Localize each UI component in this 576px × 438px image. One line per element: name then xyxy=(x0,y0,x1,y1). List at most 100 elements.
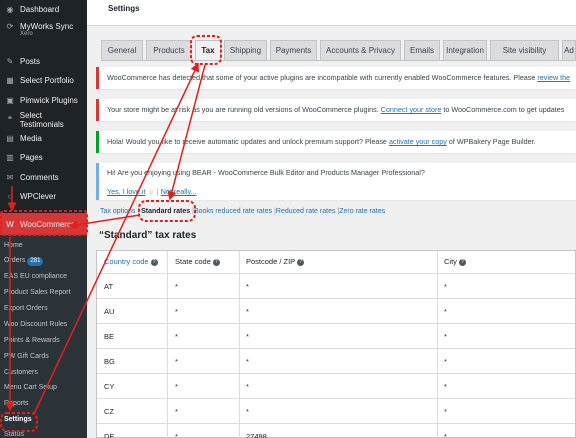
table-cell[interactable]: * xyxy=(444,432,447,438)
yes-love-link[interactable]: Yes, I love it xyxy=(107,187,146,196)
table-cell[interactable]: * xyxy=(444,307,447,316)
submenu-item-woo-discount-rules[interactable]: Woo Discount Rules xyxy=(4,318,67,332)
submenu-item-export-orders[interactable]: Export Orders xyxy=(4,302,48,316)
review-link[interactable]: review the xyxy=(537,73,570,82)
table-cell[interactable]: BG xyxy=(104,357,115,366)
submenu-item-customers[interactable]: Customers xyxy=(4,366,38,380)
help-icon[interactable]: ? xyxy=(297,258,305,266)
sidebar-item-wpclever[interactable]: ○ WPClever xyxy=(0,187,87,206)
admin-sidebar: ◉ Dashboard ⟳ MyWorks Sync Xero ✎ Posts ▦ Select… xyxy=(0,0,87,438)
table-cell[interactable]: * xyxy=(444,407,447,416)
subnav-books-reduced-rate-rates[interactable]: Books reduced rate rates xyxy=(194,208,272,215)
table-cell[interactable]: * xyxy=(246,357,249,366)
table-cell[interactable]: BE xyxy=(104,332,114,341)
table-row[interactable]: AT * * * xyxy=(97,273,575,298)
tab-divider xyxy=(101,60,576,61)
table-cell[interactable]: * xyxy=(175,357,178,366)
sidebar-item-select-portfolio[interactable]: ▦ Select Portfolio xyxy=(0,71,87,90)
tax-rates-table: Country code? State code? Postcode / ZIP… xyxy=(96,250,576,438)
table-cell[interactable]: CY xyxy=(104,382,114,391)
tax-subnav: Tax options | Standard rates |Books redu… xyxy=(100,208,385,215)
tab-shipping[interactable]: Shipping xyxy=(224,40,267,60)
table-cell[interactable]: * xyxy=(175,282,178,291)
tab-emails[interactable]: Emails xyxy=(404,40,440,60)
notice-text: Hi! Are you enjoying using BEAR - WooCom… xyxy=(107,168,425,177)
table-cell[interactable]: AU xyxy=(104,307,114,316)
table-row[interactable]: DE * 27498 * xyxy=(97,423,575,438)
not-really-link[interactable]: Not really... xyxy=(161,187,197,196)
submenu-item-product-sales-report[interactable]: Product Sales Report xyxy=(4,286,71,300)
sidebar-item-pimwick-plugins[interactable]: ▣ Pimwick Plugins xyxy=(0,91,87,110)
subnav-reduced-rate-rates[interactable]: Reduced rate rates xyxy=(276,208,336,215)
table-row[interactable]: CZ * * * xyxy=(97,398,575,423)
sidebar-item-myworks-sync[interactable]: ⟳ MyWorks Sync Xero xyxy=(0,19,87,49)
subnav-tax-options[interactable]: Tax options xyxy=(100,208,135,215)
submenu-item-orders[interactable]: Orders 281 xyxy=(4,254,44,268)
table-cell[interactable]: * xyxy=(246,382,249,391)
sidebar-item-comments[interactable]: ✉ Comments xyxy=(0,168,87,187)
tab-tax[interactable]: Tax xyxy=(195,40,221,60)
col-city: City? xyxy=(444,251,466,273)
sidebar-item-posts[interactable]: ✎ Posts xyxy=(0,52,87,71)
tab-general[interactable]: General xyxy=(101,40,143,60)
table-cell[interactable]: * xyxy=(444,357,447,366)
table-cell[interactable]: * xyxy=(175,307,178,316)
sidebar-item-woocommerce[interactable]: W WooCommerce xyxy=(0,213,87,235)
sidebar-item-dashboard[interactable]: ◉ Dashboard xyxy=(0,0,87,19)
table-cell[interactable]: * xyxy=(175,432,178,438)
table-cell[interactable]: AT xyxy=(104,282,113,291)
table-row[interactable]: CY * * * xyxy=(97,373,575,398)
help-icon[interactable]: ? xyxy=(212,258,220,266)
submenu-item-home[interactable]: Home xyxy=(4,239,23,253)
sidebar-item-pages[interactable]: ▥ Pages xyxy=(0,148,87,167)
submenu-item-points-rewards[interactable]: Points & Rewards xyxy=(4,334,60,348)
table-cell[interactable]: * xyxy=(444,332,447,341)
submenu-item-menu-cart-setup[interactable]: Menu Cart Setup xyxy=(4,381,57,395)
table-cell[interactable]: * xyxy=(246,407,249,416)
submenu-item-settings[interactable]: Settings xyxy=(4,413,32,427)
notice-bear: Hi! Are you enjoying using BEAR - WooCom… xyxy=(96,163,576,200)
activate-copy-link[interactable]: activate your copy xyxy=(389,137,447,146)
help-icon[interactable]: ? xyxy=(150,258,158,266)
portfolio-icon: ▦ xyxy=(6,76,14,85)
table-cell[interactable]: CZ xyxy=(104,407,114,416)
col-country-code[interactable]: Country code? xyxy=(104,251,158,273)
sidebar-item-select-testimonials[interactable]: ❝ Select Testimonials xyxy=(0,110,87,129)
subnav-standard-rates[interactable]: Standard rates xyxy=(141,208,190,215)
connect-store-link[interactable]: Connect your store xyxy=(381,105,442,114)
main-content: Settings General Products Tax Shipping Payme… xyxy=(87,0,576,438)
table-cell[interactable]: * xyxy=(175,407,178,416)
tab-site-visibility[interactable]: Site visibility xyxy=(490,40,559,60)
submenu-item-pw-gift-cards[interactable]: PW Gift Cards xyxy=(4,350,49,364)
table-row[interactable]: BG * * * xyxy=(97,348,575,373)
tab-accounts-privacy[interactable]: Accounts & Privacy xyxy=(320,40,401,60)
subnav-zero-rate-rates[interactable]: Zero rate rates xyxy=(339,208,385,215)
help-icon[interactable]: ? xyxy=(458,258,466,266)
table-row[interactable]: AU * * * xyxy=(97,298,575,323)
table-cell[interactable]: 27498 xyxy=(246,432,267,438)
sidebar-item-label: Select Portfolio xyxy=(20,76,74,85)
submenu-item-status[interactable]: Status xyxy=(4,428,24,438)
table-row[interactable]: BE * * * xyxy=(97,323,575,348)
tab-payments[interactable]: Payments xyxy=(270,40,317,60)
notice-wpbakery: Hola! Would you like to receive automati… xyxy=(96,131,576,153)
sync-icon: ⟳ xyxy=(6,22,14,31)
tab-ad[interactable]: Ad xyxy=(562,40,576,60)
table-cell[interactable]: * xyxy=(246,332,249,341)
table-cell[interactable]: * xyxy=(444,382,447,391)
submenu-item-eas-eu-compliance[interactable]: EAS EU compliance xyxy=(4,270,67,284)
comments-icon: ✉ xyxy=(6,173,14,182)
tab-integration[interactable]: Integration xyxy=(443,40,487,60)
sidebar-item-sublabel: Xero xyxy=(20,31,33,37)
plugin-icon: ▣ xyxy=(6,96,14,105)
table-cell[interactable]: DE xyxy=(104,432,114,438)
sidebar-item-media[interactable]: ▤ Media xyxy=(0,129,87,148)
table-cell[interactable]: * xyxy=(246,307,249,316)
sidebar-item-label: Media xyxy=(20,134,42,143)
tab-products[interactable]: Products xyxy=(146,40,192,60)
table-cell[interactable]: * xyxy=(175,332,178,341)
table-cell[interactable]: * xyxy=(175,382,178,391)
submenu-item-reports[interactable]: Reports xyxy=(4,397,29,411)
table-cell[interactable]: * xyxy=(444,282,447,291)
table-cell[interactable]: * xyxy=(246,282,249,291)
